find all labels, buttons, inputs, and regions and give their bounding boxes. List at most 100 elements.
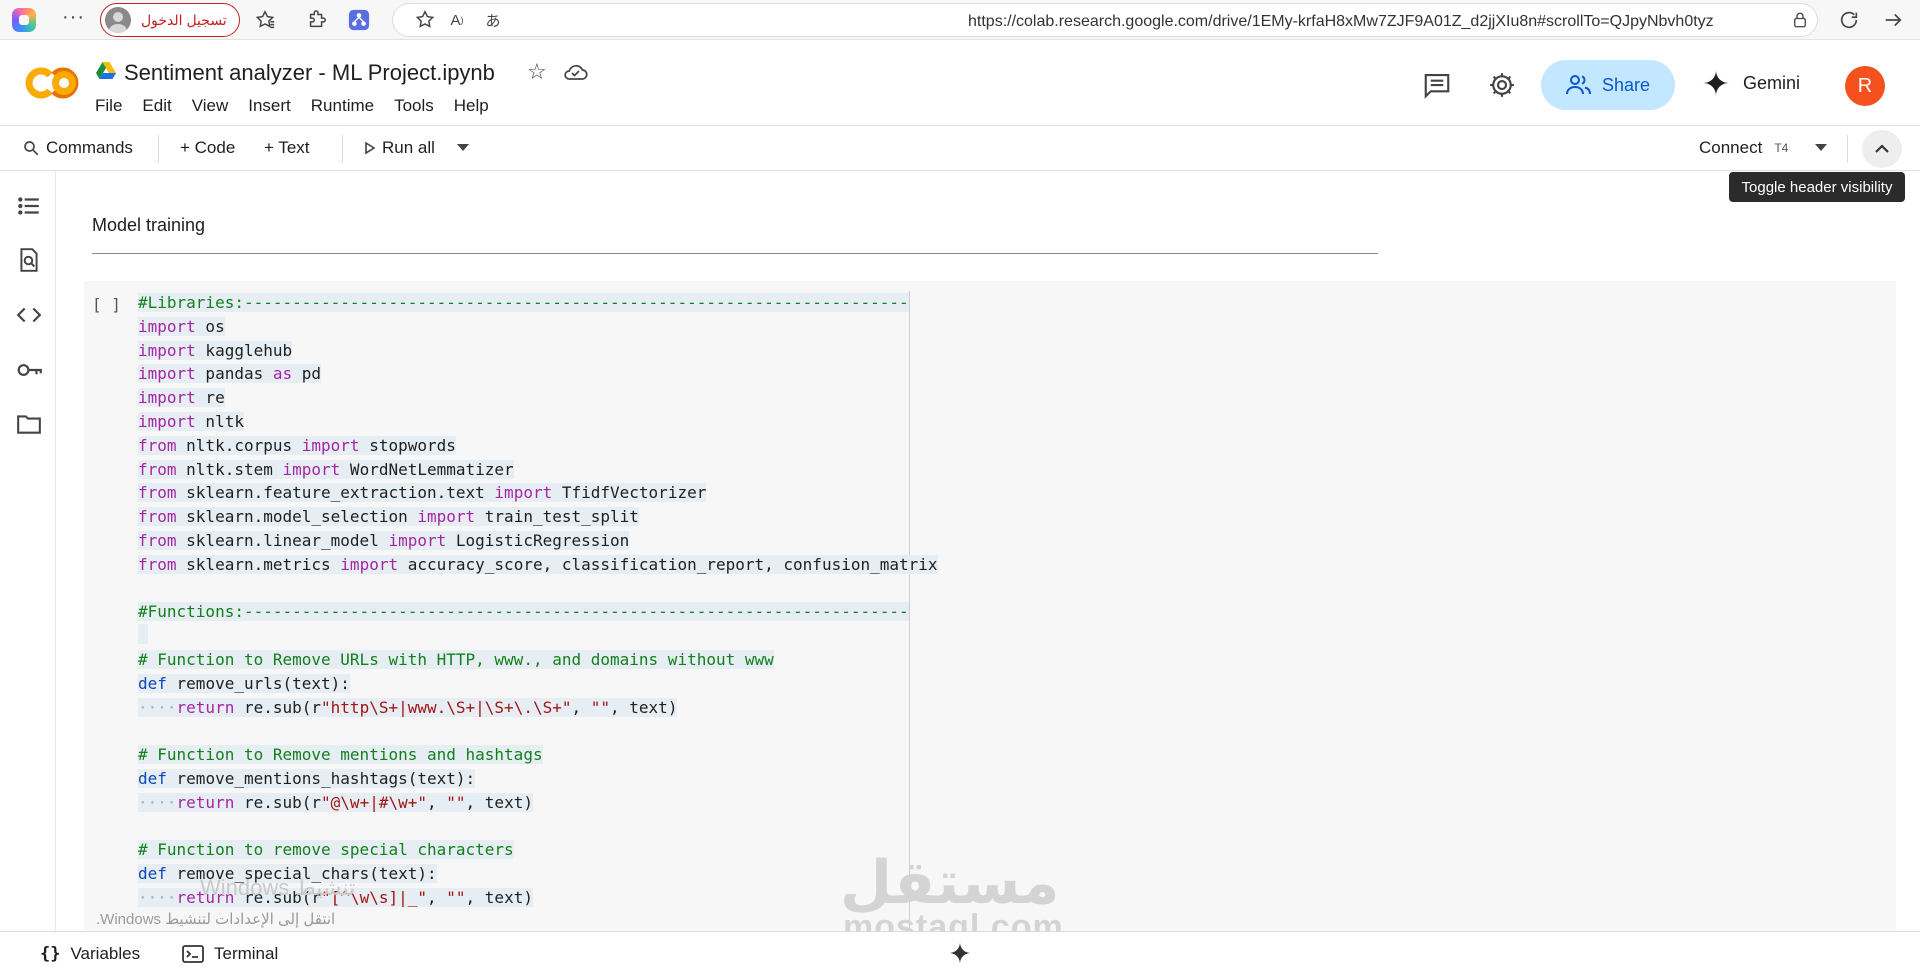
code-snippets-icon[interactable] bbox=[16, 302, 42, 328]
code-line[interactable]: from nltk.corpus import stopwords bbox=[138, 434, 938, 458]
code-token: , bbox=[427, 792, 447, 812]
code-token: ···· bbox=[138, 887, 177, 907]
more-icon[interactable]: ··· bbox=[62, 6, 85, 29]
code-line[interactable]: from sklearn.metrics import accuracy_sco… bbox=[138, 553, 938, 577]
menu-bar: File Edit View Insert Runtime Tools Help bbox=[95, 96, 509, 116]
code-line[interactable] bbox=[138, 624, 938, 648]
toolbar-divider bbox=[342, 135, 343, 163]
code-line[interactable]: import kagglehub bbox=[138, 339, 938, 363]
code-line[interactable]: import nltk bbox=[138, 410, 938, 434]
notebook-title[interactable]: Sentiment analyzer - ML Project.ipynb bbox=[124, 60, 495, 86]
code-line[interactable]: # Function to remove special characters bbox=[138, 838, 938, 862]
user-avatar[interactable]: R bbox=[1845, 66, 1885, 106]
run-all-button[interactable]: Run all bbox=[364, 138, 435, 158]
section-divider bbox=[92, 253, 1378, 254]
code-line[interactable]: ····return re.sub(r"http\S+|www.\S+|\S+\… bbox=[138, 696, 938, 720]
run-all-dropdown-icon[interactable] bbox=[456, 143, 470, 153]
variables-label: Variables bbox=[70, 944, 141, 963]
code-token: sklearn.model_selection bbox=[176, 507, 418, 527]
menu-tools[interactable]: Tools bbox=[394, 96, 434, 116]
menu-insert[interactable]: Insert bbox=[248, 96, 291, 116]
lock-icon[interactable] bbox=[1788, 8, 1812, 32]
menu-view[interactable]: View bbox=[192, 96, 229, 116]
star-icon[interactable]: ☆ bbox=[527, 59, 547, 85]
extensions-icon[interactable] bbox=[305, 8, 329, 32]
add-text-button[interactable]: + Text bbox=[264, 138, 310, 158]
connect-dropdown-icon[interactable] bbox=[1814, 143, 1828, 153]
toggle-header-button[interactable] bbox=[1862, 130, 1902, 168]
code-line[interactable]: from sklearn.feature_extraction.text imp… bbox=[138, 481, 938, 505]
signin-button[interactable]: تسجيل الدخول bbox=[100, 3, 240, 37]
comments-icon[interactable] bbox=[1422, 70, 1452, 100]
code-line[interactable]: ····return re.sub(r"@\w+|#\w+", "", text… bbox=[138, 791, 938, 815]
code-token: , text) bbox=[465, 792, 533, 812]
variables-button[interactable]: {} Variables bbox=[40, 944, 140, 964]
commands-button[interactable]: Commands bbox=[22, 138, 133, 158]
code-token: "" bbox=[446, 887, 466, 907]
code-line[interactable]: # Function to Remove URLs with HTTP, www… bbox=[138, 648, 938, 672]
code-line[interactable]: import os bbox=[138, 315, 938, 339]
code-line[interactable] bbox=[138, 719, 938, 743]
chevron-up-icon bbox=[1875, 144, 1889, 153]
terminal-button[interactable]: Terminal bbox=[182, 944, 278, 964]
code-line[interactable]: from nltk.stem import WordNetLemmatizer bbox=[138, 458, 938, 482]
code-line[interactable] bbox=[138, 815, 938, 839]
cloud-saved-icon[interactable] bbox=[562, 62, 588, 82]
address-bar[interactable]: A) あ https://colab.research.google.com/d… bbox=[392, 3, 1818, 37]
menu-help[interactable]: Help bbox=[454, 96, 489, 116]
code-token: # Function to remove special characters bbox=[138, 840, 514, 860]
code-line[interactable]: #Functions:-----------------------------… bbox=[138, 600, 938, 624]
colab-logo-icon[interactable] bbox=[24, 67, 80, 99]
code-line[interactable]: def remove_urls(text): bbox=[138, 672, 938, 696]
refresh-icon[interactable] bbox=[1837, 8, 1861, 32]
code-line[interactable]: from sklearn.model_selection import trai… bbox=[138, 505, 938, 529]
search-icon bbox=[24, 141, 39, 156]
code-token: nltk bbox=[195, 411, 244, 431]
favorites-icon[interactable] bbox=[253, 8, 277, 32]
files-folder-icon[interactable] bbox=[16, 411, 42, 437]
menu-edit[interactable]: Edit bbox=[142, 96, 171, 116]
code-line[interactable] bbox=[138, 577, 938, 601]
code-editor[interactable]: #Libraries:-----------------------------… bbox=[138, 291, 938, 910]
menu-file[interactable]: File bbox=[95, 96, 122, 116]
read-aloud-icon[interactable]: A) bbox=[445, 8, 469, 32]
copilot-icon[interactable] bbox=[12, 8, 36, 32]
run-all-label: Run all bbox=[382, 138, 435, 157]
google-drive-icon[interactable] bbox=[96, 62, 116, 80]
forward-icon[interactable] bbox=[1881, 8, 1905, 32]
gemini-button[interactable]: Gemini bbox=[1703, 70, 1800, 96]
code-line[interactable]: #Libraries:-----------------------------… bbox=[138, 291, 938, 315]
terminal-icon bbox=[182, 945, 204, 963]
translate-icon[interactable]: あ bbox=[481, 8, 505, 32]
code-line[interactable]: # Function to Remove mentions and hashta… bbox=[138, 743, 938, 767]
browser-bar: ··· تسجيل الدخول A) あ https://colab.rese… bbox=[0, 0, 1920, 40]
code-token: import bbox=[138, 364, 196, 384]
terminal-label: Terminal bbox=[214, 944, 279, 963]
connect-button[interactable]: Connect T4 bbox=[1699, 138, 1788, 158]
run-cell-button[interactable]: [ ] bbox=[92, 295, 121, 314]
code-line[interactable]: def remove_mentions_hashtags(text): bbox=[138, 767, 938, 791]
signin-label: تسجيل الدخول bbox=[141, 11, 227, 28]
code-token: os bbox=[195, 316, 225, 336]
table-of-contents-icon[interactable] bbox=[16, 193, 42, 219]
share-button[interactable]: Share bbox=[1541, 60, 1675, 110]
code-token: def bbox=[138, 673, 167, 693]
code-token: import bbox=[494, 483, 553, 503]
code-line[interactable]: import pandas as pd bbox=[138, 362, 938, 386]
code-token: TfidfVectorizer bbox=[552, 483, 707, 503]
find-replace-icon[interactable] bbox=[16, 247, 42, 273]
add-text-label: + Text bbox=[264, 138, 310, 157]
add-code-button[interactable]: + Code bbox=[180, 138, 235, 158]
star-outline-icon[interactable] bbox=[413, 8, 437, 32]
code-token: import bbox=[138, 411, 196, 431]
code-line[interactable]: import re bbox=[138, 386, 938, 410]
code-line[interactable]: from sklearn.linear_model import Logisti… bbox=[138, 529, 938, 553]
menu-runtime[interactable]: Runtime bbox=[311, 96, 374, 116]
code-token: from bbox=[138, 459, 177, 479]
code-token: , bbox=[571, 697, 591, 717]
secrets-key-icon[interactable] bbox=[16, 357, 42, 383]
settings-gear-icon[interactable] bbox=[1487, 70, 1517, 100]
gemini-sparkle-icon[interactable] bbox=[949, 942, 971, 964]
extension-app-icon[interactable] bbox=[347, 8, 371, 32]
code-token: # Function to Remove mentions and hashta… bbox=[138, 745, 543, 765]
